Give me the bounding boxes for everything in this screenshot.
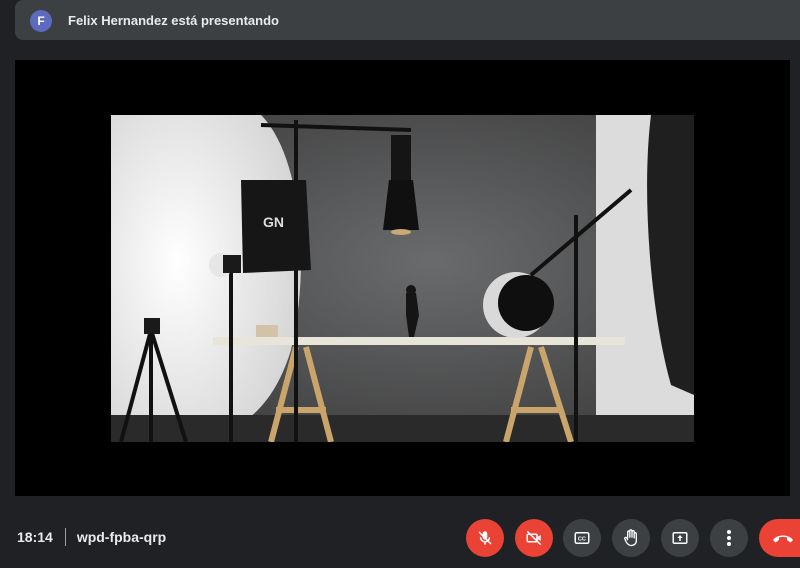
svg-text:GN: GN: [263, 214, 284, 230]
meeting-info: 18:14 wpd-fpba-qrp: [17, 528, 166, 546]
present-now-button[interactable]: [661, 519, 699, 557]
hang-up-icon: [773, 535, 793, 543]
camera-off-icon: [526, 530, 542, 546]
presenter-status-text: Felix Hernandez está presentando: [68, 13, 279, 28]
info-divider: [64, 528, 66, 546]
meeting-code: wpd-fpba-qrp: [76, 529, 167, 545]
shared-screen-image: GN: [111, 115, 694, 442]
svg-text:CC: CC: [578, 537, 586, 543]
present-screen-icon: [672, 532, 688, 544]
photo-studio-illustration: GN: [111, 115, 694, 442]
meeting-time: 18:14: [17, 529, 53, 545]
more-options-button[interactable]: [710, 519, 748, 557]
captions-button[interactable]: CC: [563, 519, 601, 557]
presenter-avatar: F: [30, 10, 52, 32]
leave-call-button[interactable]: [759, 519, 800, 557]
hand-icon: [624, 529, 637, 547]
raise-hand-button[interactable]: [612, 519, 650, 557]
closed-captions-icon: CC: [574, 532, 590, 544]
camera-toggle-button[interactable]: [515, 519, 553, 557]
more-vertical-icon: [727, 530, 731, 546]
presenting-banner: F Felix Hernandez está presentando: [15, 0, 800, 40]
mic-toggle-button[interactable]: [466, 519, 504, 557]
presentation-stage: GN: [15, 60, 790, 496]
mic-off-icon: [478, 531, 492, 545]
